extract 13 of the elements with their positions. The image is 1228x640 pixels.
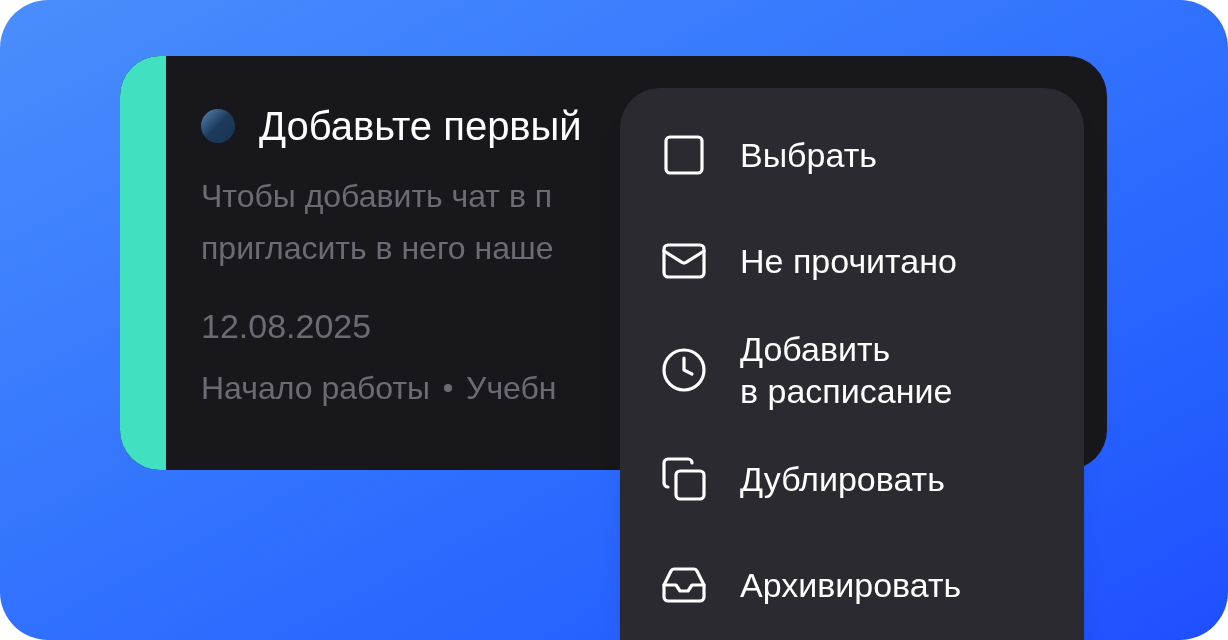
tag-text: Начало работы xyxy=(201,369,431,408)
menu-item[interactable]: Добавить в расписание xyxy=(660,328,1084,412)
menu-item[interactable]: Не прочитано xyxy=(660,222,1084,300)
chat-title: Добавьте первый xyxy=(259,106,582,146)
preview-text: пригласить в него наше xyxy=(201,229,555,268)
clock-icon xyxy=(660,346,708,394)
copy-icon xyxy=(660,455,708,503)
menu-item[interactable]: Архивировать xyxy=(660,546,1084,624)
bullet-icon xyxy=(444,384,453,392)
tag-text: Учебн xyxy=(466,369,557,408)
chat-date: 12.08.2025 xyxy=(201,306,373,347)
menu-item[interactable]: Выбрать xyxy=(660,116,1084,194)
preview-text: Чтобы добавить чат в п xyxy=(201,177,554,216)
